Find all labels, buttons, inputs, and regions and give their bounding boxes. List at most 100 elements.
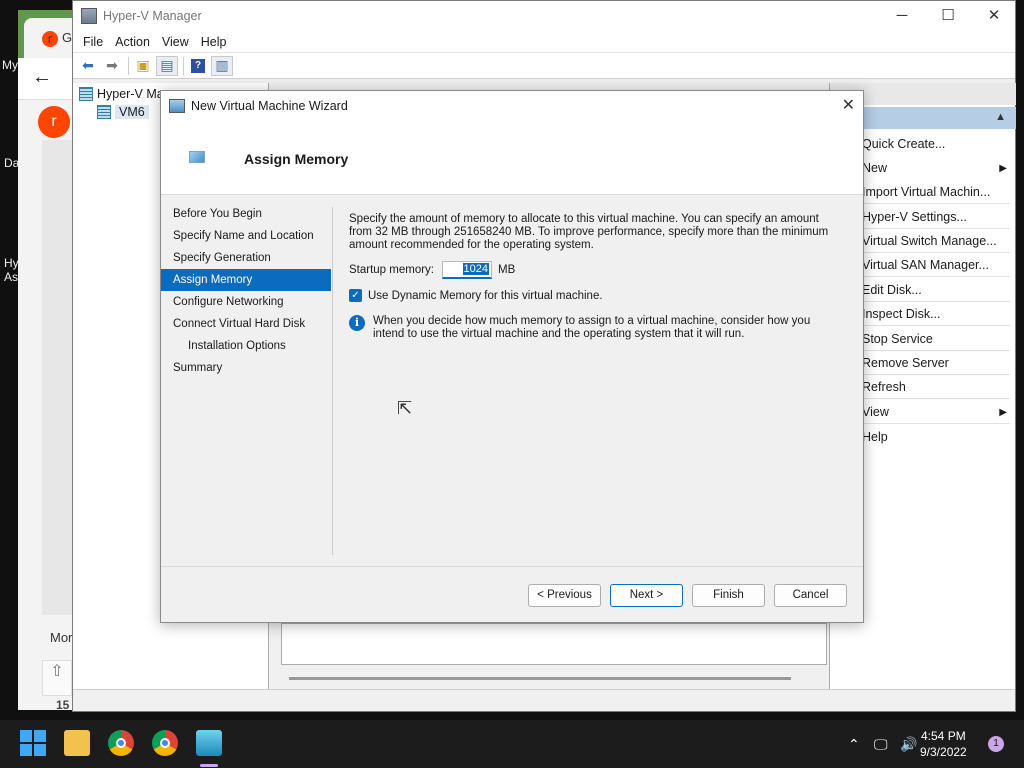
hyperv-manager-taskbar-icon[interactable] [196,730,222,756]
cancel-button[interactable]: Cancel [774,584,847,607]
clock-time: 4:54 PM [921,729,966,743]
step-specify-generation[interactable]: Specify Generation [161,247,331,269]
up-folder-icon[interactable]: ▣ [132,56,154,76]
action-hyperv-settings[interactable]: Hyper-V Settings... [862,210,967,224]
taskbar: ⌃ 🖵 🔊 4:54 PM 9/3/2022 1 [0,720,1024,768]
help-icon[interactable]: ? [187,56,209,76]
chrome-icon[interactable] [108,730,134,756]
dynamic-memory-checkbox[interactable]: ✓ [349,289,362,302]
step-specify-name-location[interactable]: Specify Name and Location [161,225,331,247]
start-windows-icon[interactable] [20,730,46,756]
menu-help[interactable]: Help [195,35,233,49]
vote-count: 15 [56,698,70,712]
action-view[interactable]: View [862,405,889,419]
wizard-title: New Virtual Machine Wizard [191,99,348,113]
action-remove-server[interactable]: Remove Server [862,356,949,370]
desktop-label-3: Hy [4,256,19,270]
dynamic-memory-label: Use Dynamic Memory for this virtual mach… [368,289,603,302]
hyperv-toolbar: ⬅ ➡ ▣ ▤ ? ▥ [73,53,1015,79]
close-button[interactable]: ✕ [971,1,1017,31]
hyperv-title: Hyper-V Manager [103,9,202,23]
forward-icon[interactable]: ➡ [101,56,123,76]
wizard-footer-divider [161,566,863,567]
volume-icon[interactable]: 🔊 [900,736,917,753]
startup-memory-value: 1024 [462,263,489,275]
browser-tab-label: G [62,30,73,45]
step-configure-networking[interactable]: Configure Networking [161,291,331,313]
memory-info-text: When you decide how much memory to assig… [373,315,811,340]
action-new[interactable]: New [862,161,887,175]
desktop-label-1: My [2,58,18,72]
wizard-content: Specify the amount of memory to allocate… [349,213,839,340]
steps-divider [332,207,333,555]
clock[interactable]: 4:54 PM 9/3/2022 [920,728,967,760]
startup-memory-unit: MB [498,264,516,276]
mouse-cursor-icon: ⇱ [397,398,413,418]
submenu-arrow-icon: ▶ [999,407,1007,418]
memory-page-icon [189,151,205,163]
active-app-indicator [200,764,218,767]
menu-action[interactable]: Action [109,35,156,49]
show-hide-tree-icon[interactable]: ▤ [156,55,178,76]
maximize-button[interactable]: ☐ [925,1,971,31]
tree-vm-label: VM6 [115,105,149,119]
step-summary[interactable]: Summary [161,357,331,379]
upvote-arrow-icon[interactable]: ⇧ [42,660,72,696]
next-button[interactable]: Next > [610,584,683,607]
reddit-logo-icon: r [38,106,70,138]
step-before-you-begin[interactable]: Before You Begin [161,203,331,225]
network-icon[interactable]: 🖵 [874,736,888,753]
wizard-close-button[interactable]: ✕ [842,95,855,115]
info-icon: i [349,315,365,331]
step-installation-options[interactable]: Installation Options [161,335,331,357]
tree-item-vm6[interactable]: VM6 [97,105,149,119]
hyperv-titlebar: Hyper-V Manager ─ ☐ ✕ [73,1,1015,31]
tree-root-label: Hyper-V Ma [97,87,164,101]
back-icon[interactable]: ⬅ [77,56,99,76]
details-box [281,623,827,665]
wizard-app-icon [169,99,185,113]
minimize-button[interactable]: ─ [879,1,925,31]
action-edit-disk[interactable]: Edit Disk... [862,283,922,297]
action-virtual-san-manager[interactable]: Virtual SAN Manager... [862,258,989,272]
desktop-label-4: As [4,270,19,284]
hyperv-menubar: File Action View Help [73,31,1015,53]
previous-button[interactable]: < Previous [528,584,601,607]
action-import-vm[interactable]: Import Virtual Machin... [862,185,990,199]
chrome-profile-icon[interactable] [152,730,178,756]
action-stop-service[interactable]: Stop Service [862,332,933,346]
show-hidden-icons-chevron-icon[interactable]: ⌃ [848,736,860,753]
server-icon [97,105,111,119]
startup-memory-label: Startup memory: [349,264,434,276]
notification-badge[interactable]: 1 [988,736,1004,752]
startup-memory-input[interactable]: 1024 [442,261,492,279]
show-hide-action-pane-icon[interactable]: ▥ [211,55,233,76]
action-refresh[interactable]: Refresh [862,380,906,394]
wizard-titlebar: New Virtual Machine Wizard ✕ [161,91,863,121]
file-explorer-icon[interactable] [64,730,90,756]
action-help[interactable]: Help [862,430,888,444]
server-icon [79,87,93,101]
hyperv-app-icon [81,8,97,24]
collapse-up-icon[interactable]: ▲ [995,111,1006,123]
finish-button[interactable]: Finish [692,584,765,607]
wizard-steps-list: Before You Begin Specify Name and Locati… [161,203,331,379]
new-vm-wizard-dialog: New Virtual Machine Wizard ✕ Assign Memo… [160,90,864,623]
memory-info-row: i When you decide how much memory to ass… [349,315,833,341]
step-connect-virtual-hard-disk[interactable]: Connect Virtual Hard Disk [161,313,331,335]
startup-memory-row: Startup memory: 1024 MB [349,261,515,279]
wizard-header: Assign Memory [161,121,863,195]
horizontal-scrollbar[interactable] [289,677,791,680]
menu-file[interactable]: File [77,35,109,49]
memory-description: Specify the amount of memory to allocate… [349,213,829,251]
wizard-page-title: Assign Memory [244,151,349,167]
step-assign-memory[interactable]: Assign Memory [161,269,331,291]
menu-view[interactable]: View [156,35,195,49]
action-quick-create[interactable]: Quick Create... [862,137,945,151]
hyperv-status-bar [73,689,1015,711]
action-inspect-disk[interactable]: Inspect Disk... [862,307,941,321]
action-virtual-switch-manager[interactable]: Virtual Switch Manage... [862,234,997,248]
tree-root-hyperv[interactable]: Hyper-V Ma [79,87,164,101]
back-arrow-icon[interactable]: ← [32,66,52,89]
clock-date: 9/3/2022 [920,745,967,759]
